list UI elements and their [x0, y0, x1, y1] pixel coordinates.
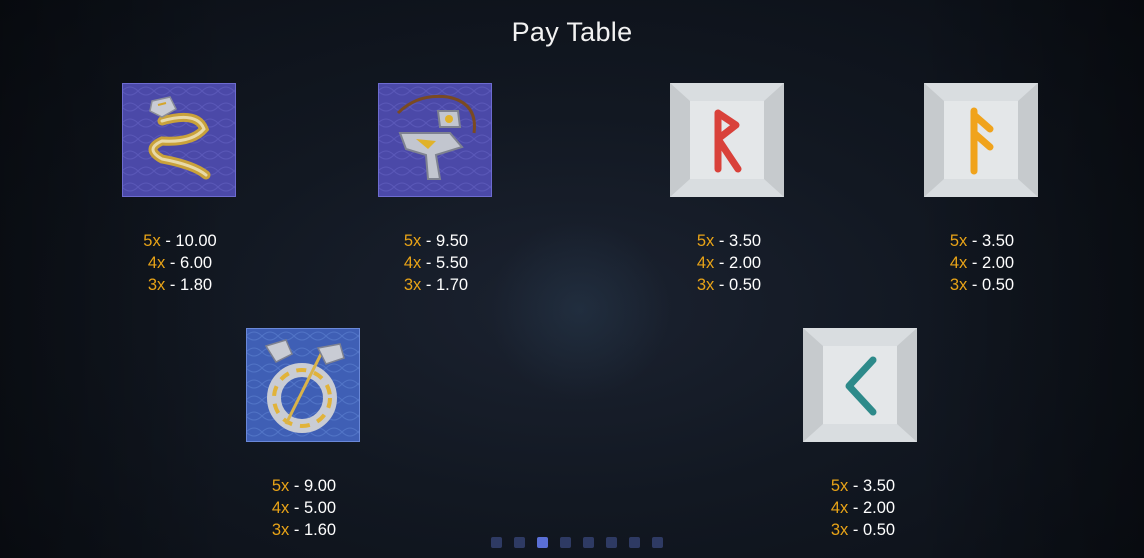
kaunan-rune-icon: [803, 328, 917, 442]
pay-row-3x: 3x - 0.50: [830, 521, 896, 539]
page-indicator: [491, 537, 663, 549]
pay-row-3x: 3x - 1.60: [271, 521, 337, 539]
pay-row-4x: 4x - 6.00: [147, 254, 213, 272]
page-dot-3[interactable]: [537, 537, 548, 548]
dragon-ring-icon: [246, 328, 360, 442]
pay-row-4x: 4x - 2.00: [949, 254, 1015, 272]
pay-row-5x: 5x - 9.50: [403, 232, 469, 250]
pay-row-3x: 3x - 1.80: [147, 276, 213, 294]
raido-rune-icon: [670, 83, 784, 197]
page-dot-8[interactable]: [652, 537, 663, 548]
hammer-amulet-icon: [378, 83, 492, 197]
paytable-kaunan-rune: 5x - 3.50 4x - 2.00 3x - 0.50: [783, 475, 943, 541]
pay-row-5x: 5x - 10.00: [143, 232, 217, 250]
page-dot-6[interactable]: [606, 537, 617, 548]
pay-row-4x: 4x - 2.00: [830, 499, 896, 517]
pay-row-3x: 3x - 1.70: [403, 276, 469, 294]
pay-row-3x: 3x - 0.50: [696, 276, 762, 294]
page-dot-4[interactable]: [560, 537, 571, 548]
paytable-dragon-ring: 5x - 9.00 4x - 5.00 3x - 1.60: [224, 475, 384, 541]
paytable-raido-rune: 5x - 3.50 4x - 2.00 3x - 0.50: [649, 230, 809, 296]
paytable-hammer-amulet: 5x - 9.50 4x - 5.50 3x - 1.70: [356, 230, 516, 296]
dragon-armband-icon: [122, 83, 236, 197]
pay-row-5x: 5x - 9.00: [271, 477, 337, 495]
pay-row-3x: 3x - 0.50: [949, 276, 1015, 294]
pay-row-5x: 5x - 3.50: [696, 232, 762, 250]
page-dot-2[interactable]: [514, 537, 525, 548]
pay-row-5x: 5x - 3.50: [949, 232, 1015, 250]
page-dot-7[interactable]: [629, 537, 640, 548]
page-dot-1[interactable]: [491, 537, 502, 548]
pay-row-5x: 5x - 3.50: [830, 477, 896, 495]
paytable-dragon-armband: 5x - 10.00 4x - 6.00 3x - 1.80: [100, 230, 260, 296]
page-title: Pay Table: [511, 17, 633, 47]
ansuz-rune-icon: [924, 83, 1038, 197]
pay-row-4x: 4x - 2.00: [696, 254, 762, 272]
pay-row-4x: 4x - 5.50: [403, 254, 469, 272]
pay-row-4x: 4x - 5.00: [271, 499, 337, 517]
page-dot-5[interactable]: [583, 537, 594, 548]
paytable-ansuz-rune: 5x - 3.50 4x - 2.00 3x - 0.50: [902, 230, 1062, 296]
